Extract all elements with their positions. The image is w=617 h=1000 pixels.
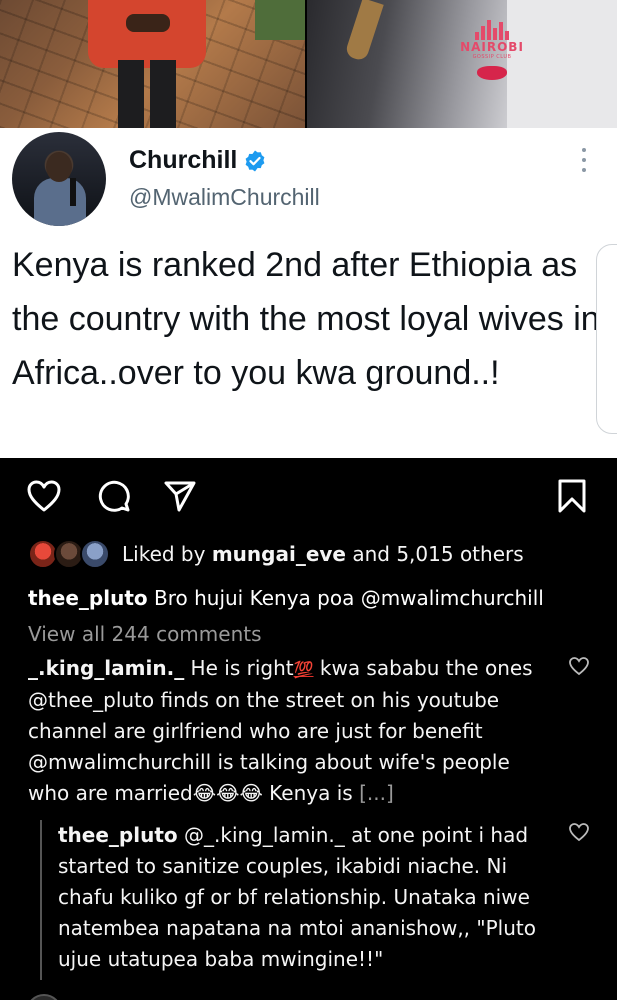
comment-text: He is right xyxy=(184,656,294,680)
reply-thread-line xyxy=(40,820,42,980)
overlay-card-edge xyxy=(596,244,617,434)
skyline-icon xyxy=(452,18,532,40)
trouser-right xyxy=(150,60,176,128)
tweet-author[interactable]: Churchill xyxy=(129,146,267,175)
caption-username[interactable]: thee_pluto xyxy=(28,586,148,610)
avatar-body xyxy=(34,178,86,226)
post-action-bar xyxy=(0,470,617,522)
logo-name: NAIROBI xyxy=(460,40,524,54)
lips-icon xyxy=(477,66,507,80)
microphone xyxy=(344,0,384,62)
hundred-emoji: 💯 xyxy=(293,660,314,679)
save-button[interactable] xyxy=(552,476,592,516)
comment-item: _.king_lamin._ He is right💯 kwa sababu t… xyxy=(28,653,548,809)
caption-text: Bro hujui Kenya poa @mwalimchurchill xyxy=(147,586,544,610)
comment-username[interactable]: _.king_lamin._ xyxy=(28,656,184,680)
avatar-head xyxy=(46,152,72,182)
liker-username[interactable]: mungai_eve xyxy=(212,542,346,566)
verified-badge-icon xyxy=(245,150,265,171)
tweet-avatar[interactable] xyxy=(12,132,106,226)
comment-button[interactable] xyxy=(94,476,134,516)
tweet-text: Kenya is ranked 2nd after Ethiopia as th… xyxy=(12,246,600,392)
trouser-left xyxy=(118,60,144,128)
tweet-more-options-icon[interactable] xyxy=(577,148,591,172)
grass-patch xyxy=(255,0,305,40)
tweet-card: Churchill @MwalimChurchill Kenya is rank… xyxy=(0,128,617,458)
avatar-microphone xyxy=(70,178,76,206)
avatar[interactable] xyxy=(26,994,62,1000)
post-photo-strip[interactable]: NAIROBI GOSSIP CLUB xyxy=(0,0,617,128)
comment-reply: thee_pluto @_.king_lamin._ at one point … xyxy=(58,820,558,975)
laughing-emoji: 😂😂😂 xyxy=(192,781,263,805)
hands xyxy=(126,14,170,32)
bookmark-icon xyxy=(558,479,586,513)
logo-sub: GOSSIP CLUB xyxy=(472,54,512,60)
comment-username[interactable]: thee_pluto xyxy=(58,823,178,847)
comment-icon xyxy=(98,480,130,512)
likes-prefix: Liked by xyxy=(122,542,212,566)
comment-like-icon[interactable] xyxy=(568,656,590,676)
post-caption: thee_pluto Bro hujui Kenya poa @mwalimch… xyxy=(28,584,608,612)
comment-text: Kenya is xyxy=(262,781,360,805)
view-all-comments-link[interactable]: View all 244 comments xyxy=(28,620,262,648)
share-button[interactable] xyxy=(160,476,200,516)
heart-icon xyxy=(27,480,61,512)
liker-avatars xyxy=(28,539,112,569)
photo-left xyxy=(0,0,305,128)
avatar xyxy=(80,539,110,569)
likes-suffix: and 5,015 others xyxy=(345,542,524,566)
tweet-handle[interactable]: @MwalimChurchill xyxy=(129,184,320,211)
nairobi-gossip-club-logo: NAIROBI GOSSIP CLUB xyxy=(452,18,532,94)
tweet-author-name: Churchill xyxy=(129,146,238,174)
comment-like-icon[interactable] xyxy=(568,822,590,842)
red-jacket xyxy=(88,0,206,68)
person-figure xyxy=(88,0,206,128)
like-button[interactable] xyxy=(24,476,64,516)
send-icon xyxy=(164,481,196,512)
likes-summary[interactable]: Liked by mungai_eve and 5,015 others xyxy=(28,538,524,570)
comment-more-link[interactable]: [...] xyxy=(359,781,394,805)
likes-text: Liked by mungai_eve and 5,015 others xyxy=(122,542,524,566)
